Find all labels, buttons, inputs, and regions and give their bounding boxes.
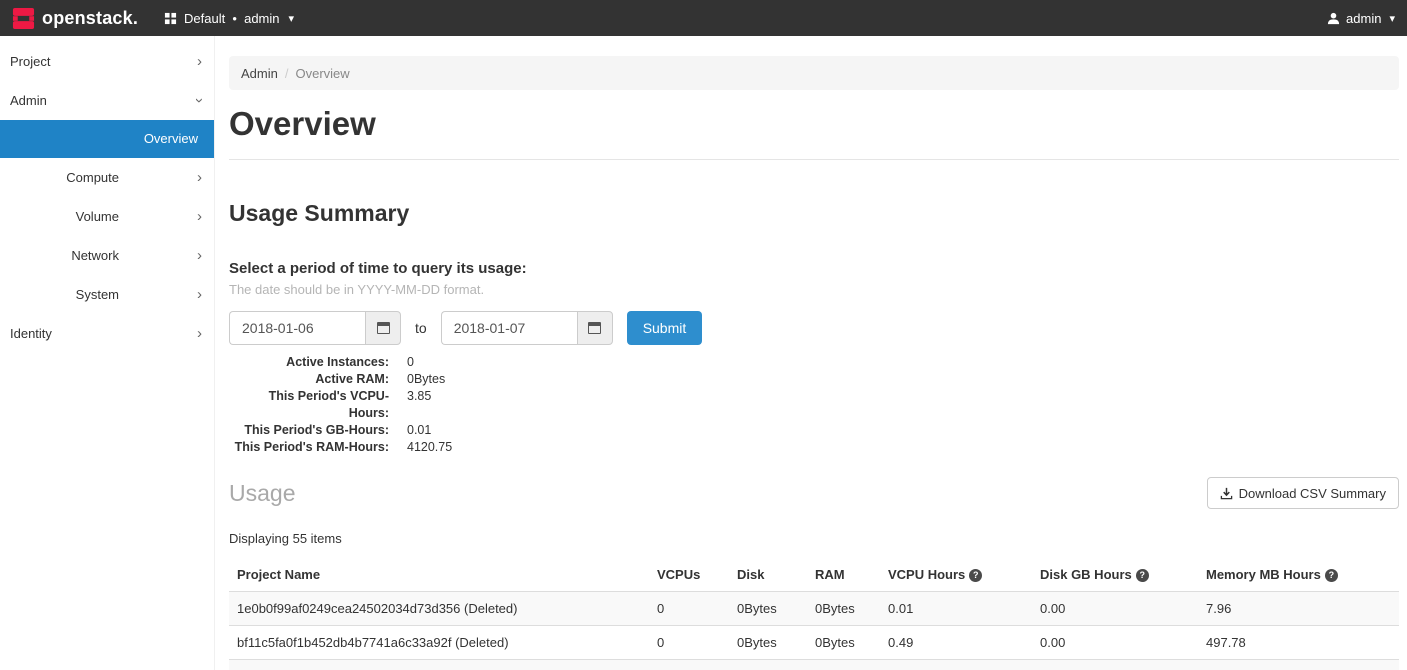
date-to-group	[441, 311, 613, 345]
table-row: ea1f2f357c09465eb6991edf7079efbe (Delete…	[229, 660, 1399, 670]
usage-section-header: Usage Download CSV Summary	[229, 477, 1399, 509]
usage-table: Project Name VCPUs Disk RAM VCPU Hours? …	[229, 558, 1399, 670]
date-to-input[interactable]	[441, 311, 577, 345]
breadcrumb-current: Overview	[295, 66, 349, 81]
col-ram[interactable]: RAM	[807, 558, 880, 592]
cell-vcpu-hours: 0.11	[880, 660, 1032, 670]
sidebar: Project › Admin › Overview Compute › Vol…	[0, 36, 215, 670]
sidebar-item-network[interactable]: Network ›	[0, 236, 214, 275]
date-format-hint: The date should be in YYYY-MM-DD format.	[229, 282, 1399, 297]
cell-memory-mb-hours: 7.96	[1198, 592, 1399, 626]
table-header-row: Project Name VCPUs Disk RAM VCPU Hours? …	[229, 558, 1399, 592]
col-disk[interactable]: Disk	[729, 558, 807, 592]
openstack-brand[interactable]: openstack.	[12, 7, 138, 30]
sidebar-item-admin[interactable]: Admin ›	[0, 81, 214, 120]
caret-down-icon: ▾	[1389, 12, 1395, 25]
domain-icon	[164, 12, 177, 25]
user-icon	[1327, 12, 1340, 25]
cell-ram: 0Bytes	[807, 592, 880, 626]
cell-disk: 0Bytes	[729, 660, 807, 670]
date-from-input[interactable]	[229, 311, 365, 345]
user-menu[interactable]: admin ▾	[1327, 11, 1395, 26]
chevron-right-icon: ›	[197, 236, 202, 275]
help-icon[interactable]: ?	[1325, 569, 1338, 582]
date-to-calendar-button[interactable]	[577, 311, 613, 345]
query-period-prompt: Select a period of time to query its usa…	[229, 260, 1399, 277]
cell-project-name: ea1f2f357c09465eb6991edf7079efbe (Delete…	[229, 660, 649, 670]
table-row: 1e0b0f99af0249cea24502034d73d356 (Delete…	[229, 592, 1399, 626]
bullet-icon: ●	[232, 14, 237, 23]
user-name: admin	[1346, 11, 1381, 26]
stat-active-instances: Active Instances: 0	[229, 354, 1399, 371]
to-label: to	[415, 320, 427, 336]
stat-vcpu-hours: This Period's VCPU-Hours: 3.85	[229, 388, 1399, 422]
page-title: Overview	[229, 105, 1399, 143]
usage-heading: Usage	[229, 480, 295, 507]
stat-gb-hours: This Period's GB-Hours: 0.01	[229, 422, 1399, 439]
usage-summary-heading: Usage Summary	[229, 200, 1399, 227]
calendar-icon	[588, 322, 601, 334]
table-row: bf11c5fa0f1b452db4b7741a6c33a92f (Delete…	[229, 626, 1399, 660]
col-vcpu-hours[interactable]: VCPU Hours?	[880, 558, 1032, 592]
cell-disk-gb-hours: 0.00	[1032, 592, 1198, 626]
domain-project-switcher[interactable]: Default ● admin ▾	[164, 11, 294, 26]
sidebar-item-system[interactable]: System ›	[0, 275, 214, 314]
cell-vcpu-hours: 0.49	[880, 626, 1032, 660]
cell-disk-gb-hours: 0.00	[1032, 626, 1198, 660]
submit-button[interactable]: Submit	[627, 311, 703, 345]
top-navbar: openstack. Default ● admin ▾ admin ▾	[0, 0, 1407, 36]
cell-memory-mb-hours: 497.78	[1198, 626, 1399, 660]
sidebar-item-identity[interactable]: Identity ›	[0, 314, 214, 353]
date-from-calendar-button[interactable]	[365, 311, 401, 345]
stat-ram-hours: This Period's RAM-Hours: 4120.75	[229, 439, 1399, 456]
openstack-logo-icon	[12, 7, 35, 30]
sidebar-item-volume[interactable]: Volume ›	[0, 197, 214, 236]
stat-active-ram: Active RAM: 0Bytes	[229, 371, 1399, 388]
chevron-right-icon: ›	[197, 158, 202, 197]
cell-ram: 0Bytes	[807, 660, 880, 670]
chevron-right-icon: ›	[197, 275, 202, 314]
sidebar-item-compute[interactable]: Compute ›	[0, 158, 214, 197]
cell-disk: 0Bytes	[729, 592, 807, 626]
breadcrumb-separator: /	[285, 66, 289, 81]
chevron-right-icon: ›	[197, 314, 202, 353]
usage-stats: Active Instances: 0 Active RAM: 0Bytes T…	[229, 354, 1399, 456]
col-memory-mb-hours[interactable]: Memory MB Hours?	[1198, 558, 1399, 592]
brand-text: openstack.	[42, 8, 138, 29]
main-content: Admin / Overview Overview Usage Summary …	[215, 56, 1407, 670]
cell-vcpus: 0	[649, 660, 729, 670]
breadcrumb-admin: Admin	[241, 66, 278, 81]
help-icon[interactable]: ?	[969, 569, 982, 582]
items-count: Displaying 55 items	[229, 531, 1399, 546]
cell-disk: 0Bytes	[729, 626, 807, 660]
breadcrumb: Admin / Overview	[229, 56, 1399, 90]
cell-disk-gb-hours: 0.00	[1032, 660, 1198, 670]
help-icon[interactable]: ?	[1136, 569, 1149, 582]
col-vcpus[interactable]: VCPUs	[649, 558, 729, 592]
sidebar-item-overview[interactable]: Overview	[0, 120, 214, 158]
date-range-form: to Submit	[229, 311, 1399, 345]
cell-project-name: 1e0b0f99af0249cea24502034d73d356 (Delete…	[229, 592, 649, 626]
download-csv-button[interactable]: Download CSV Summary	[1207, 477, 1399, 509]
sidebar-item-project[interactable]: Project ›	[0, 42, 214, 81]
divider	[229, 159, 1399, 160]
date-from-group	[229, 311, 401, 345]
cell-vcpus: 0	[649, 592, 729, 626]
cell-vcpu-hours: 0.01	[880, 592, 1032, 626]
col-project-name[interactable]: Project Name	[229, 558, 649, 592]
chevron-down-icon: ›	[180, 98, 219, 103]
project-name: admin	[244, 11, 279, 26]
cell-vcpus: 0	[649, 626, 729, 660]
domain-name: Default	[184, 11, 225, 26]
download-icon	[1220, 487, 1233, 500]
cell-memory-mb-hours: 110.93	[1198, 660, 1399, 670]
col-disk-gb-hours[interactable]: Disk GB Hours?	[1032, 558, 1198, 592]
cell-ram: 0Bytes	[807, 626, 880, 660]
chevron-right-icon: ›	[197, 197, 202, 236]
chevron-right-icon: ›	[197, 42, 202, 81]
cell-project-name: bf11c5fa0f1b452db4b7741a6c33a92f (Delete…	[229, 626, 649, 660]
caret-down-icon: ▾	[289, 12, 295, 25]
calendar-icon	[377, 322, 390, 334]
